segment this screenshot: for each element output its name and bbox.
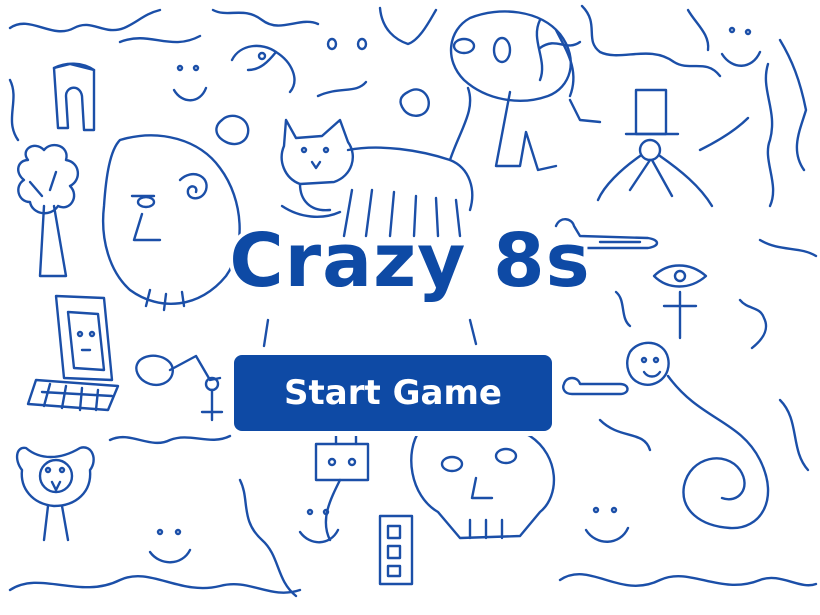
doodle-squiggle xyxy=(108,434,232,445)
title-screen: Crazy 8s Start Game xyxy=(0,0,820,615)
top-hat-creature-doodle xyxy=(568,88,750,208)
doodle-squiggle xyxy=(764,62,775,208)
smiley-doodle-top xyxy=(172,64,208,102)
doodle-squiggle xyxy=(538,40,582,50)
doodle-squiggle xyxy=(558,573,818,587)
doodle-squiggle xyxy=(580,4,722,78)
smiley-doodle-center xyxy=(298,508,340,544)
snail-doodle xyxy=(626,298,770,530)
start-game-button[interactable]: Start Game xyxy=(234,355,552,431)
bird-head-doodle xyxy=(230,44,296,94)
doodle-squiggle xyxy=(316,80,368,98)
doodle-squiggle xyxy=(598,418,652,452)
cat-doodle xyxy=(280,86,474,238)
old-computer-doodle xyxy=(26,294,120,412)
doodle-squiggle xyxy=(686,8,710,52)
doodle-squiggle xyxy=(378,6,438,46)
doodle-squiggle xyxy=(211,8,320,27)
doodle-squiggle xyxy=(8,8,202,44)
smiley-doodle-bottom xyxy=(148,528,192,564)
remote-doodle xyxy=(378,514,414,586)
doodle-squiggle xyxy=(262,318,478,348)
doodle-background xyxy=(8,4,818,598)
robot-arm-doodle xyxy=(135,354,224,422)
blob-doodle xyxy=(215,114,250,146)
arch-portal-doodle xyxy=(52,62,96,132)
smiley-doodle-right xyxy=(720,26,762,67)
doodle-squiggle xyxy=(8,575,302,594)
tiny-eyes-doodle xyxy=(326,37,368,51)
owl-doodle xyxy=(15,446,95,542)
blob-doodle xyxy=(399,88,430,117)
robot-head-doodle xyxy=(314,434,370,542)
skull-doodle xyxy=(410,421,556,540)
doodle-squiggle xyxy=(8,78,20,142)
game-title: Crazy 8s xyxy=(225,214,593,308)
doodle-squiggle xyxy=(778,398,810,472)
safety-pin-doodle xyxy=(562,376,629,396)
smiley-doodle-bottom-right xyxy=(584,506,630,543)
doodle-squiggle xyxy=(778,38,808,172)
doodle-squiggle xyxy=(238,478,298,598)
